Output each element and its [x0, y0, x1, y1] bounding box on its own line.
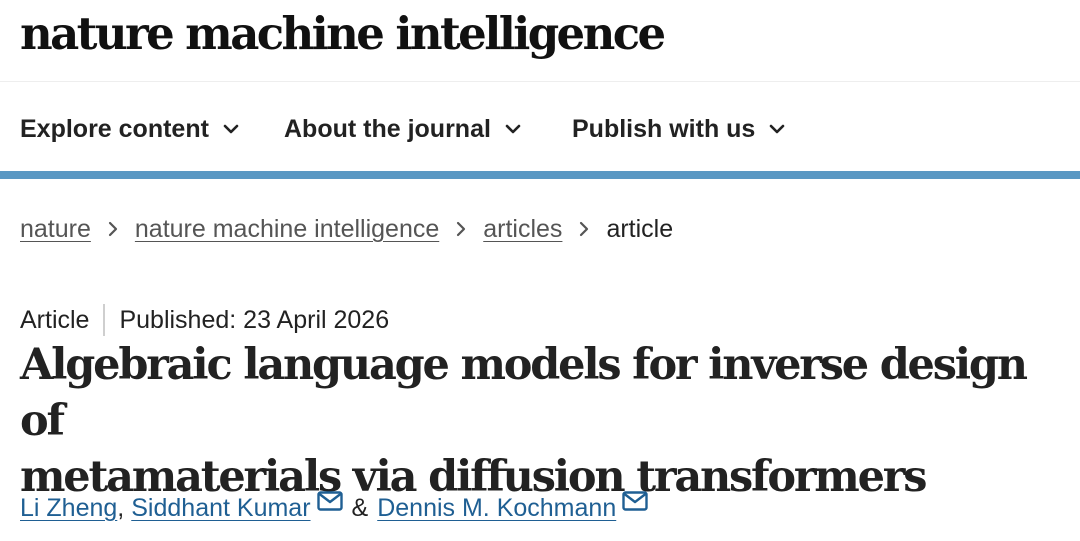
breadcrumb-nature-machine-intelligence[interactable]: nature machine intelligence [135, 215, 439, 244]
nav-explore-content[interactable]: Explore content [20, 112, 240, 146]
nav-about-the-journal-label: About the journal [284, 114, 491, 143]
chevron-right-icon [108, 221, 117, 237]
nav-about-the-journal[interactable]: About the journal [284, 112, 522, 146]
meta-divider [103, 304, 106, 336]
article-title: Algebraic language models for inverse de… [20, 337, 1080, 505]
chevron-right-icon [457, 221, 466, 237]
chevron-down-icon [770, 124, 785, 134]
chevron-down-icon [505, 124, 521, 134]
journal-logo[interactable]: nature machine intelligence [20, 6, 666, 62]
author-list: Li Zheng , Siddhant Kumar & Dennis M. Ko… [20, 490, 648, 526]
publish-date: Published: 23 April 2026 [119, 305, 390, 334]
author-separator-ampersand: & [351, 493, 369, 522]
article-page: nature machine intelligence Explore cont… [0, 0, 1080, 541]
author-siddhant-kumar[interactable]: Siddhant Kumar [131, 494, 310, 523]
nav-explore-content-label: Explore content [20, 114, 209, 143]
nav-publish-with-us[interactable]: Publish with us [572, 112, 786, 146]
main-navigation: Explore content About the journal Publis… [0, 82, 1080, 179]
breadcrumb-nature[interactable]: nature [20, 215, 91, 244]
site-header: nature machine intelligence [0, 0, 1080, 82]
article-title-line-1: Algebraic language models for inverse de… [20, 340, 1028, 446]
email-icon[interactable] [622, 491, 648, 511]
email-icon[interactable] [316, 491, 343, 511]
chevron-down-icon [223, 124, 239, 134]
article-type: Article [20, 305, 90, 334]
breadcrumb-articles[interactable]: articles [483, 215, 562, 244]
author-li-zheng[interactable]: Li Zheng [20, 494, 117, 523]
breadcrumb: nature nature machine intelligence artic… [20, 211, 673, 247]
author-dennis-m-kochmann[interactable]: Dennis M. Kochmann [377, 494, 616, 523]
breadcrumb-current-article: article [606, 214, 674, 243]
chevron-right-icon [580, 221, 589, 237]
article-meta: Article Published: 23 April 2026 [20, 302, 389, 338]
nav-publish-with-us-label: Publish with us [572, 114, 756, 143]
author-separator-comma: , [117, 493, 125, 522]
